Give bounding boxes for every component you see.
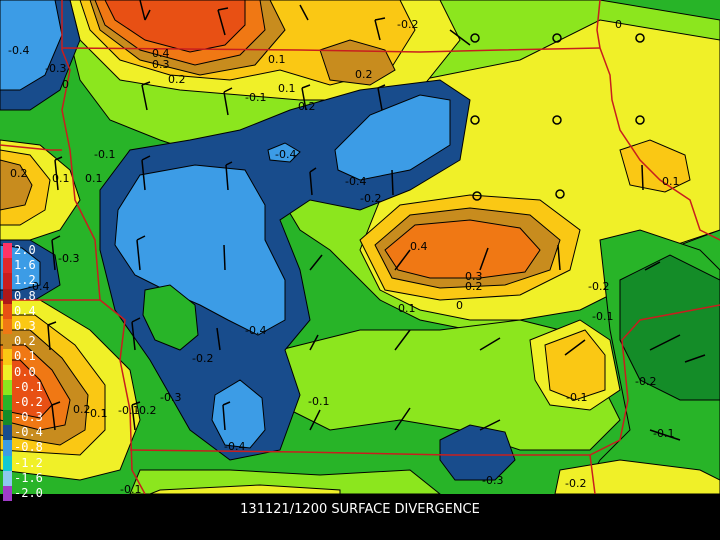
legend-swatch	[3, 364, 12, 380]
contour-label: 0.2	[168, 73, 186, 86]
legend-row: -0.1	[3, 379, 63, 395]
legend-label: 0.4	[14, 303, 36, 318]
legend-label: 2.0	[14, 243, 36, 257]
legend-label: 0.1	[14, 349, 36, 364]
contour-label: 0.1	[268, 53, 286, 66]
contour-label: 0.1	[52, 172, 70, 185]
contour-label: 0.1	[90, 407, 108, 420]
contour-label: 0	[456, 299, 463, 312]
contour-label: -0.1	[94, 148, 115, 161]
contour-label: -0.3	[45, 62, 66, 75]
legend-row: 2.0	[3, 243, 63, 259]
contour-label: -0.2	[588, 280, 609, 293]
contour-label: -0.1	[653, 427, 674, 440]
contour-label: -0.4	[345, 175, 366, 188]
legend-label: 0.8	[14, 288, 36, 303]
legend-row: -2.0	[3, 486, 63, 502]
legend-swatch	[3, 425, 12, 441]
legend-row: 1.6	[3, 258, 63, 274]
contour-label: 0.1	[85, 172, 103, 185]
contour-label: -0.2	[565, 477, 586, 490]
legend-label: 0.3	[14, 318, 36, 333]
contour-label: -0.2	[360, 192, 381, 205]
contour-label: -0.1	[120, 483, 141, 494]
legend-swatch	[3, 486, 12, 502]
legend-label: 0.0	[14, 364, 36, 379]
contour-label: 0.1	[662, 175, 680, 188]
legend-swatch	[3, 455, 12, 471]
legend-swatch	[3, 379, 12, 395]
legend-row: 0.1	[3, 349, 63, 365]
map-caption: 131121/1200 SURFACE DIVERGENCE	[240, 502, 480, 517]
contour-label: -0.4	[224, 440, 245, 453]
contour-label: 0.4	[410, 240, 428, 253]
legend-row: 0.3	[3, 318, 63, 335]
legend-label: -1.6	[14, 470, 43, 485]
legend-label: -2.0	[14, 486, 43, 500]
legend-swatch	[3, 394, 12, 411]
contour-label: 0.2	[355, 68, 373, 81]
contour-label: -0.3	[482, 474, 503, 487]
legend-row: -0.3	[3, 410, 63, 426]
contour-label: 0	[615, 18, 622, 31]
legend-label: 0.2	[14, 334, 36, 349]
contour-label: 0	[62, 78, 69, 91]
legend-row: 1.2	[3, 273, 63, 289]
legend-label: -1.2	[14, 455, 43, 470]
contour-label: -0.2	[635, 375, 656, 388]
legend-swatch	[3, 440, 12, 456]
legend-swatch	[3, 288, 12, 304]
contour-label: -0.4	[245, 324, 266, 337]
legend-swatch	[3, 349, 12, 365]
contour-label: 0.2	[298, 100, 316, 113]
legend-row: -0.8	[3, 440, 63, 456]
contour-label: 0.2	[465, 280, 483, 293]
contour-label: 0.1	[398, 302, 416, 315]
legend-swatch	[3, 318, 12, 335]
legend-label: -0.8	[14, 440, 43, 455]
legend-row: 0.0	[3, 364, 63, 380]
contour-label: 0.2	[73, 403, 91, 416]
divergence-map: -0.4 -0.3 0.4 0.3 0.2 0.1 -0.2 0 0.1 0.2…	[0, 0, 720, 494]
contour-label: -0.3	[160, 391, 181, 404]
legend-row: 0.8	[3, 288, 63, 304]
legend-label: -0.4	[14, 425, 43, 440]
contour-label: -0.1	[566, 391, 587, 404]
legend-label: 1.2	[14, 273, 36, 288]
legend-label: -0.2	[14, 394, 43, 409]
contour-label: -0.2	[135, 404, 156, 417]
legend-swatch	[3, 470, 12, 486]
legend-row: -0.4	[3, 425, 63, 441]
legend-swatch	[3, 258, 12, 274]
contour-label: -0.2	[397, 18, 418, 31]
contour-label: 0.3	[152, 58, 170, 71]
contour-label: -0.4	[275, 148, 296, 161]
legend-row: 0.4	[3, 303, 63, 319]
legend-row: 0.2	[3, 334, 63, 350]
contour-label: -0.2	[192, 352, 213, 365]
contour-label: 0.2	[10, 167, 28, 180]
contour-label: 0.1	[278, 82, 296, 95]
contour-label: -0.1	[245, 91, 266, 104]
contour-label: -0.1	[592, 310, 613, 323]
color-legend: 2.0 1.6 1.2 0.8 0.4 0.3 0.2 0.1 0.0 -0.1 -0.2 -0.3-…	[3, 243, 63, 502]
legend-swatch	[3, 273, 12, 289]
legend-label: -0.1	[14, 379, 43, 394]
contour-label: -0.1	[308, 395, 329, 408]
legend-label: -0.3	[14, 410, 43, 425]
legend-swatch	[3, 334, 12, 350]
legend-swatch	[3, 410, 12, 426]
legend-label: 1.6	[14, 258, 36, 273]
legend-row: -1.6	[3, 470, 63, 486]
legend-swatch	[3, 303, 12, 319]
contour-label: -0.4	[8, 44, 29, 57]
legend-row: -1.2	[3, 455, 63, 471]
legend-row: -0.2	[3, 394, 63, 411]
legend-swatch	[3, 243, 12, 259]
